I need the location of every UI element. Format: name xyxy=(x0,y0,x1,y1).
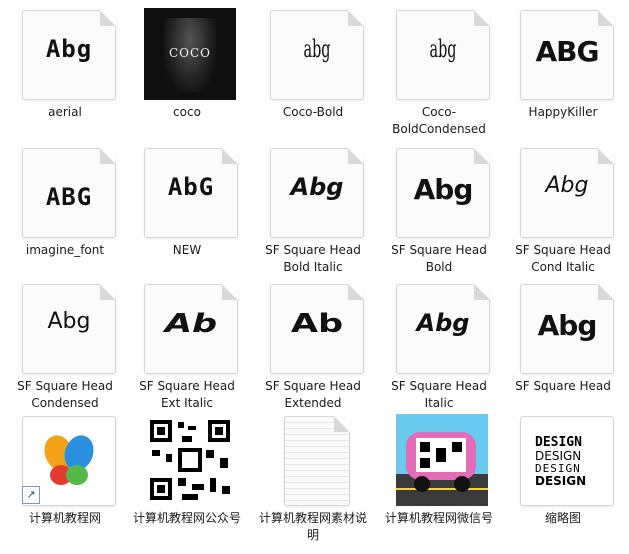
font-file-icon: abg xyxy=(394,8,490,100)
file-label: 计算机教程网 xyxy=(28,511,101,525)
file-item-coco[interactable]: COCO coco xyxy=(128,8,246,138)
file-item-sf-square-head-ext-italic[interactable]: Ab SF Square Head Ext Italic xyxy=(128,282,246,412)
font-sample: ABG xyxy=(535,35,600,68)
font-file-icon: Abg xyxy=(518,282,614,374)
font-sample: Ab xyxy=(290,309,344,339)
font-sample: Abg xyxy=(416,309,470,337)
file-item-sf-square-head-bold-italic[interactable]: Abg SF Square Head Bold Italic xyxy=(254,146,372,276)
photo-title: COCO xyxy=(168,46,212,60)
file-label: 计算机教程网公众号 xyxy=(132,511,241,525)
file-item-sf-square-head[interactable]: Abg SF Square Head xyxy=(504,282,622,412)
font-sample: AbG xyxy=(167,173,215,201)
font-file-icon: ABG xyxy=(20,146,116,238)
font-file-icon: Ab xyxy=(142,282,238,374)
file-label: NEW xyxy=(172,243,202,257)
file-item-sf-square-head-bold[interactable]: Abg SF Square Head Bold xyxy=(380,146,498,276)
qr-code-image xyxy=(142,414,238,506)
file-item-aerial[interactable]: Abg aerial xyxy=(6,8,124,138)
file-label: 计算机教程网素材说明 xyxy=(258,511,367,542)
font-sample: Abg xyxy=(413,173,474,206)
font-sample: abg xyxy=(429,35,457,63)
file-label: SF Square Head Cond Italic xyxy=(515,243,611,274)
font-file-icon: abg xyxy=(268,8,364,100)
file-item-sf-square-head-condensed[interactable]: Abg SF Square Head Condensed xyxy=(6,282,124,412)
file-label: coco xyxy=(173,105,201,119)
file-item-coco-bold[interactable]: abg Coco-Bold xyxy=(254,8,372,138)
file-item-new[interactable]: AbG NEW xyxy=(128,146,246,276)
font-file-icon: Abg xyxy=(394,146,490,238)
pink-car-qr-icon xyxy=(396,414,488,506)
file-item-coco-boldcondensed[interactable]: abg Coco-BoldCondensed xyxy=(380,8,498,138)
font-sample: Abg xyxy=(290,173,344,201)
file-item-suolvetu[interactable]: DESIGN DESIGN DESIGN DESIGN 缩略图 xyxy=(504,414,622,544)
font-sample: Ab xyxy=(164,309,218,339)
file-item-sf-square-head-extended[interactable]: Ab SF Square Head Extended xyxy=(254,282,372,412)
file-item-shortcut[interactable]: ↗ 计算机教程网 xyxy=(6,414,124,544)
file-label: 计算机教程网微信号 xyxy=(384,511,493,525)
file-item-sucai-shuoming[interactable]: 计算机教程网素材说明 xyxy=(254,414,372,544)
font-file-icon: Abg xyxy=(268,146,364,238)
font-file-icon: Abg xyxy=(20,282,116,374)
file-label: Coco-Bold xyxy=(282,105,344,119)
file-label: Coco-BoldCondensed xyxy=(392,105,486,136)
font-file-icon: Abg xyxy=(518,146,614,238)
font-sample: abg xyxy=(303,35,331,63)
file-label: SF Square Head Bold Italic xyxy=(265,243,361,274)
shortcut-icon: ↗ xyxy=(20,414,116,506)
design-sample-2: DESIGN xyxy=(535,449,582,463)
file-item-qr-gongzhonghao[interactable]: 计算机教程网公众号 xyxy=(128,414,246,544)
file-item-happykiller[interactable]: ABG HappyKiller xyxy=(504,8,622,138)
font-sample: Abg xyxy=(537,309,598,342)
image-thumbnail: COCO xyxy=(142,8,238,100)
text-document-icon xyxy=(268,414,364,506)
font-file-icon: AbG xyxy=(142,146,238,238)
font-file-icon: Abg xyxy=(20,8,116,100)
font-file-icon: Abg xyxy=(394,282,490,374)
file-label: 缩略图 xyxy=(544,511,581,525)
file-label: aerial xyxy=(48,105,82,119)
file-label: SF Square Head Bold xyxy=(391,243,487,274)
file-item-weixinhao[interactable]: 计算机教程网微信号 xyxy=(380,414,498,544)
car-qr-image xyxy=(394,414,490,506)
file-label: SF Square Head Ext Italic xyxy=(139,379,235,410)
font-file-icon: ABG xyxy=(518,8,614,100)
file-label: SF Square Head Extended xyxy=(265,379,361,410)
file-item-imagine-font[interactable]: ABG imagine_font xyxy=(6,146,124,276)
file-item-sf-square-head-cond-italic[interactable]: Abg SF Square Head Cond Italic xyxy=(504,146,622,276)
font-sample: Abg xyxy=(45,35,93,63)
file-label: SF Square Head Italic xyxy=(391,379,487,410)
file-label: imagine_font xyxy=(25,243,105,257)
file-label: HappyKiller xyxy=(528,105,598,119)
font-file-icon: Ab xyxy=(268,282,364,374)
design-sample-1: DESIGN xyxy=(535,435,582,450)
design-thumbnail: DESIGN DESIGN DESIGN DESIGN xyxy=(518,414,614,506)
file-label: SF Square Head Condensed xyxy=(17,379,113,410)
font-sample: Abg xyxy=(545,173,589,198)
file-item-sf-square-head-italic[interactable]: Abg SF Square Head Italic xyxy=(380,282,498,412)
font-sample: ABG xyxy=(45,183,93,211)
design-sample-4: DESIGN xyxy=(535,474,587,488)
file-label: SF Square Head xyxy=(515,379,611,393)
font-sample: Abg xyxy=(47,309,91,334)
shortcut-arrow-icon: ↗ xyxy=(22,486,40,504)
qr-code-icon xyxy=(146,416,234,504)
